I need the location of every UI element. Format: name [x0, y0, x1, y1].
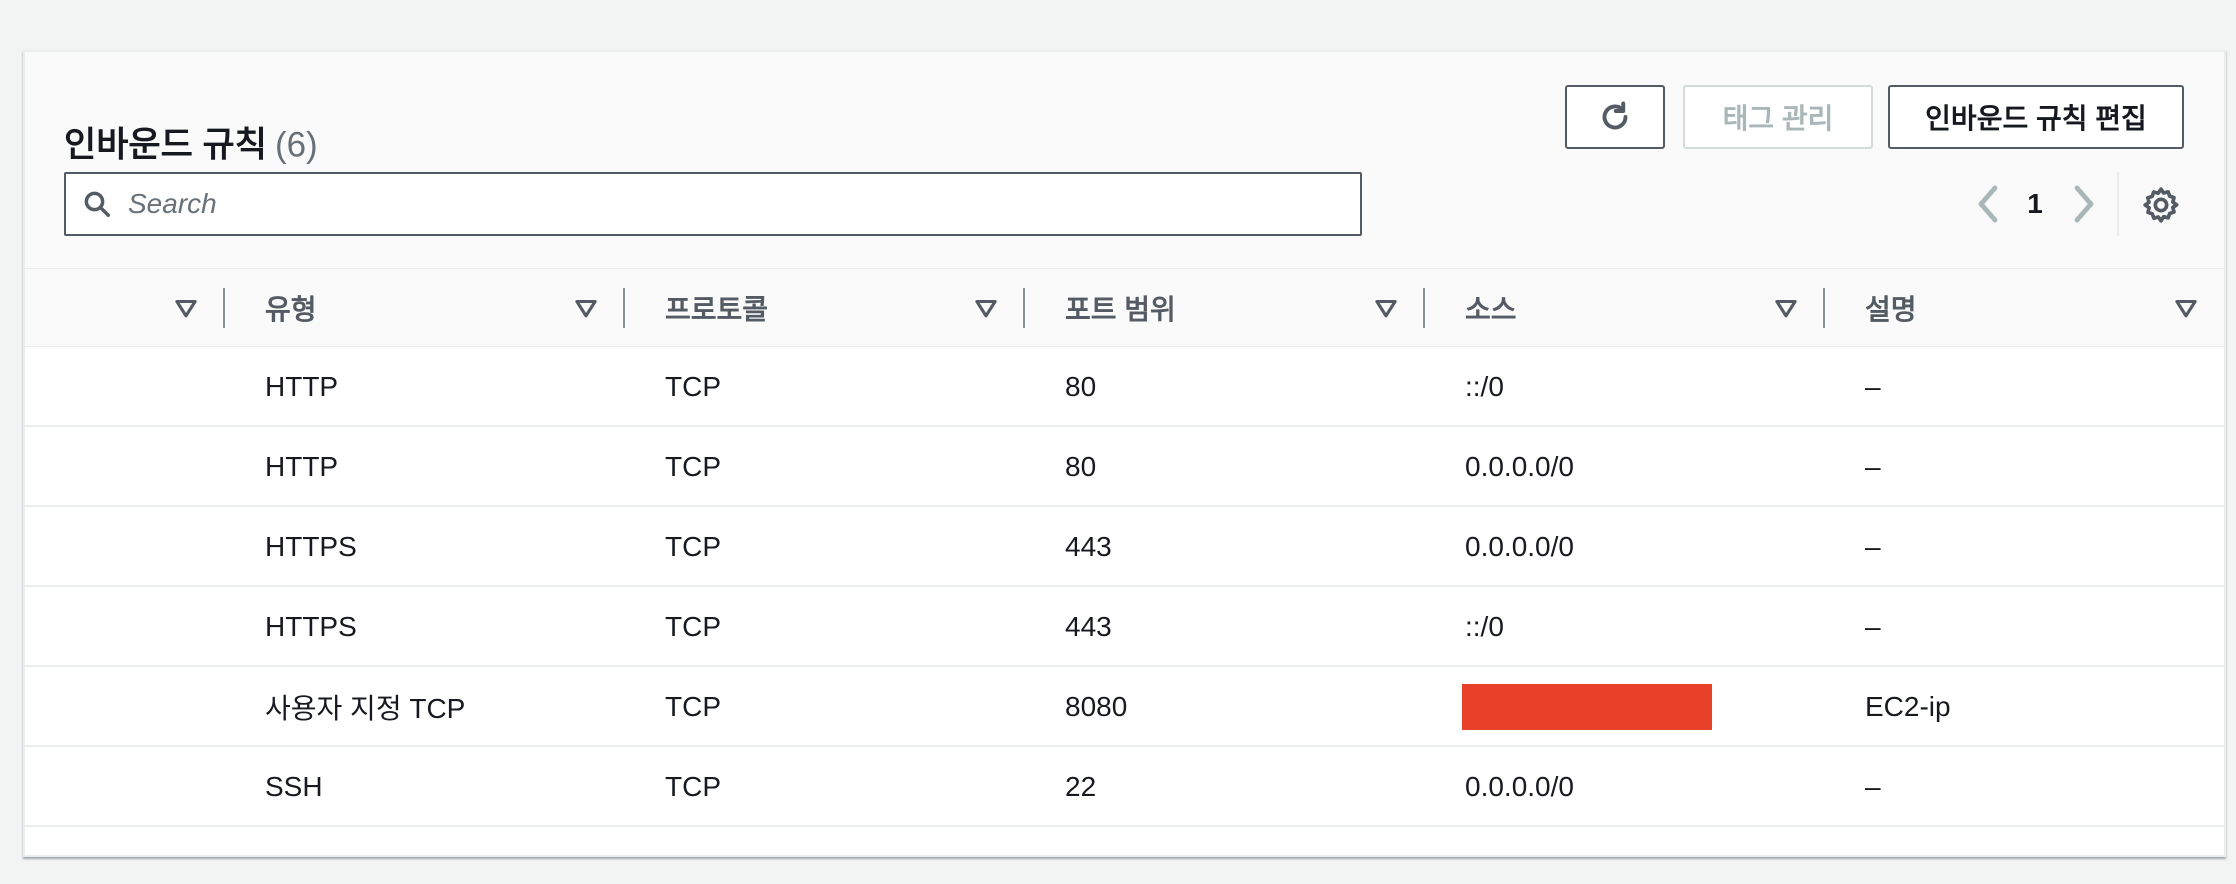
cell-type: HTTP: [265, 451, 339, 482]
manage-tags-button[interactable]: 태그 관리: [1683, 85, 1873, 149]
column-header-source[interactable]: 소스: [1465, 288, 1517, 328]
cell-description: –: [1865, 611, 1881, 642]
cell-description: –: [1865, 531, 1881, 562]
pager-divider: [2117, 172, 2119, 236]
search-field[interactable]: [64, 172, 1362, 236]
cell-type: HTTPS: [265, 611, 357, 642]
cell-description: –: [1865, 371, 1881, 402]
cell-source: ::/0: [1465, 611, 1504, 642]
table-row: HTTP TCP 80 ::/0 –: [25, 347, 2224, 427]
refresh-button[interactable]: [1565, 85, 1665, 149]
cell-protocol: TCP: [665, 771, 721, 802]
cell-type: SSH: [265, 771, 323, 802]
column-divider[interactable]: [1823, 288, 1825, 328]
cell-port-range: 22: [1065, 771, 1097, 802]
cell-port-range: 80: [1065, 451, 1097, 482]
chevron-right-icon[interactable]: [2063, 182, 2103, 226]
table-row: HTTPS TCP 443 0.0.0.0/0 –: [25, 507, 2224, 587]
cell-port-range: 443: [1065, 611, 1112, 642]
search-input[interactable]: [128, 182, 1328, 226]
cell-port-range: 80: [1065, 371, 1097, 402]
table-row: HTTPS TCP 443 ::/0 –: [25, 587, 2224, 667]
gear-icon[interactable]: [2141, 185, 2181, 225]
sort-filter-icon[interactable]: [173, 295, 199, 321]
column-divider[interactable]: [1023, 288, 1025, 328]
sort-filter-icon[interactable]: [1773, 295, 1799, 321]
column-divider[interactable]: [623, 288, 625, 328]
cell-description: –: [1865, 771, 1881, 802]
column-divider[interactable]: [223, 288, 225, 328]
column-header-protocol[interactable]: 프로토콜: [665, 288, 768, 328]
sort-filter-icon[interactable]: [973, 295, 999, 321]
column-header-description[interactable]: 설명: [1865, 288, 1917, 328]
cell-protocol: TCP: [665, 531, 721, 562]
cell-source: 0.0.0.0/0: [1465, 451, 1574, 482]
cell-type: 사용자 지정 TCP: [265, 693, 466, 724]
table-body: HTTP TCP 80 ::/0 – HTTP TCP 80 0.0.0.0/0…: [25, 347, 2224, 827]
inbound-rules-panel: 인바운드 규칙(6) 태그 관리 인바운드 규칙 편집 1: [23, 50, 2226, 857]
column-header-type[interactable]: 유형: [265, 288, 317, 328]
cell-port-range: 8080: [1065, 691, 1128, 722]
table-row: SSH TCP 22 0.0.0.0/0 –: [25, 747, 2224, 827]
sort-filter-icon[interactable]: [2173, 295, 2199, 321]
column-header-port-range[interactable]: 포트 범위: [1065, 288, 1176, 328]
chevron-left-icon[interactable]: [1969, 182, 2009, 226]
edit-inbound-rules-button[interactable]: 인바운드 규칙 편집: [1888, 85, 2184, 149]
panel-header: 인바운드 규칙(6) 태그 관리 인바운드 규칙 편집 1: [25, 52, 2224, 269]
cell-source: 0.0.0.0/0: [1465, 531, 1574, 562]
cell-protocol: TCP: [665, 371, 721, 402]
cell-type: HTTPS: [265, 531, 357, 562]
redacted-source: [1462, 684, 1712, 730]
cell-description: –: [1865, 451, 1881, 482]
cell-description: EC2-ip: [1865, 691, 1951, 722]
sort-filter-icon[interactable]: [1373, 295, 1399, 321]
panel-title-text: 인바운드 규칙: [64, 125, 267, 165]
search-icon: [84, 191, 110, 217]
column-divider[interactable]: [1423, 288, 1425, 328]
cell-source: ::/0: [1465, 371, 1504, 402]
table-header: 유형 프로토콜 포트 범위 소스 설명: [25, 269, 2224, 347]
cell-protocol: TCP: [665, 611, 721, 642]
cell-protocol: TCP: [665, 451, 721, 482]
panel-title: 인바운드 규칙 (6): [64, 117, 318, 168]
cell-protocol: TCP: [665, 691, 721, 722]
refresh-icon: [1602, 101, 1628, 130]
rule-count: (6): [274, 125, 318, 165]
cell-port-range: 443: [1065, 531, 1112, 562]
cell-type: HTTP: [265, 371, 339, 402]
current-page-number[interactable]: 1: [2020, 188, 2050, 220]
table-row: 사용자 지정 TCP TCP 8080 EC2-ip: [25, 667, 2224, 747]
cell-source: 0.0.0.0/0: [1465, 771, 1574, 802]
sort-filter-icon[interactable]: [573, 295, 599, 321]
table-row: HTTP TCP 80 0.0.0.0/0 –: [25, 427, 2224, 507]
